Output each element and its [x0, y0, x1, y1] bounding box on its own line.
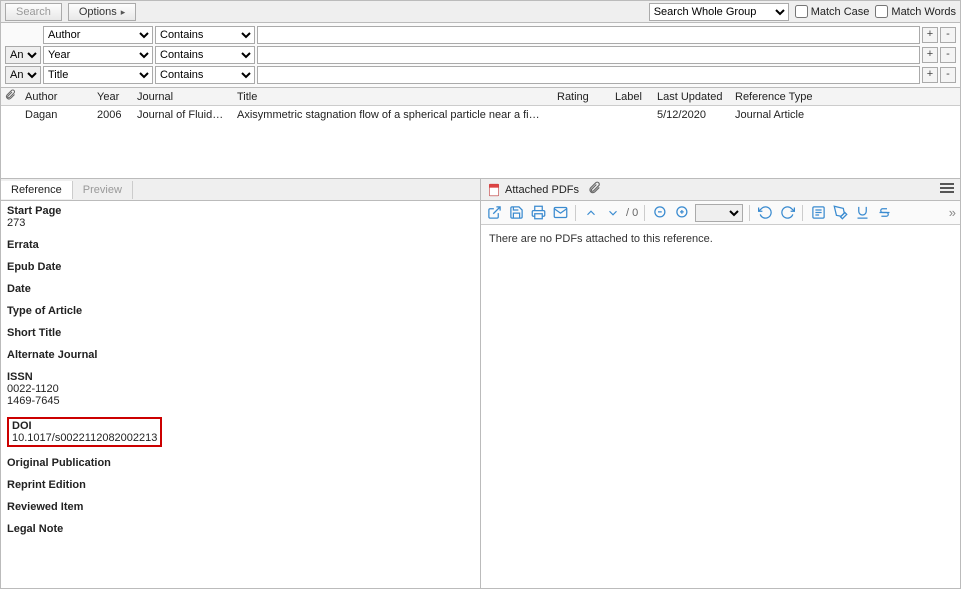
search-row: Author Contains + - [1, 25, 960, 45]
field-label: Short Title [7, 327, 474, 339]
col-header-author[interactable]: Author [19, 91, 91, 103]
strikethrough-icon[interactable] [875, 204, 893, 222]
col-header-updated[interactable]: Last Updated [651, 91, 729, 103]
bool-op-select[interactable]: And [5, 66, 41, 84]
reference-field[interactable]: Original Publication [7, 457, 474, 469]
search-button[interactable]: Search [5, 3, 62, 21]
results-header: Author Year Journal Title Rating Label L… [1, 88, 960, 106]
chevron-right-icon[interactable]: » [949, 205, 956, 220]
col-header-title[interactable]: Title [231, 91, 551, 103]
field-value: 273 [7, 217, 474, 229]
remove-row-button[interactable]: - [940, 27, 956, 43]
reference-pane: Reference Preview Start Page273 Errata Epu… [1, 179, 481, 588]
condition-select[interactable]: Contains [155, 66, 255, 84]
reference-field[interactable]: Type of Article [7, 305, 474, 317]
field-label: Start Page [7, 205, 474, 217]
email-icon[interactable] [551, 204, 569, 222]
add-row-button[interactable]: + [922, 67, 938, 83]
pane-menu-icon[interactable] [940, 183, 954, 196]
field-label: Type of Article [7, 305, 474, 317]
left-tabbar: Reference Preview [1, 179, 480, 201]
table-row[interactable]: Dagan 2006 Journal of Fluid Mechan... Ax… [1, 106, 960, 124]
field-value: 10.1017/s0022112082002213 [12, 432, 157, 444]
zoom-out-icon[interactable] [651, 204, 669, 222]
pdf-pane: Attached PDFs / 0 [481, 179, 960, 588]
reference-field[interactable]: Start Page273 [7, 205, 474, 229]
rotate-left-icon[interactable] [756, 204, 774, 222]
reference-field[interactable]: Short Title [7, 327, 474, 339]
field-label: Alternate Journal [7, 349, 474, 361]
options-button[interactable]: Options [68, 3, 136, 21]
open-external-icon[interactable] [485, 204, 503, 222]
reference-field[interactable]: Date [7, 283, 474, 295]
reference-field[interactable]: Legal Note [7, 523, 474, 535]
save-icon[interactable] [507, 204, 525, 222]
print-icon[interactable] [529, 204, 547, 222]
remove-row-button[interactable]: - [940, 67, 956, 83]
reference-fields-scroll[interactable]: Start Page273 Errata Epub Date Date Type of … [1, 201, 480, 588]
pdf-body-text: There are no PDFs attached to this refer… [481, 225, 960, 253]
value-input[interactable] [257, 26, 920, 44]
remove-row-button[interactable]: - [940, 47, 956, 63]
pdf-pane-title: Attached PDFs [505, 184, 579, 196]
zoom-in-icon[interactable] [673, 204, 691, 222]
reference-field[interactable]: DOI10.1017/s0022112082002213 [7, 417, 474, 447]
underline-icon[interactable] [853, 204, 871, 222]
prev-page-icon[interactable] [582, 204, 600, 222]
col-header-label[interactable]: Label [609, 91, 651, 103]
next-page-icon[interactable] [604, 204, 622, 222]
field-select[interactable]: Title [43, 66, 153, 84]
value-input[interactable] [257, 66, 920, 84]
zoom-select[interactable] [695, 204, 743, 222]
search-rows: Author Contains + - And Year Contains + … [1, 23, 960, 88]
pdf-icon [487, 183, 501, 197]
add-row-button[interactable]: + [922, 47, 938, 63]
pdf-pane-header: Attached PDFs [481, 179, 960, 201]
scope-select[interactable]: Search Whole Group [649, 3, 789, 21]
value-input[interactable] [257, 46, 920, 64]
field-label: Reviewed Item [7, 501, 474, 513]
top-toolbar: Search Options Search Whole Group Match … [1, 1, 960, 23]
match-words-checkbox[interactable]: Match Words [875, 5, 956, 18]
paperclip-icon[interactable] [587, 181, 601, 198]
pdf-toolbar: / 0 » [481, 201, 960, 225]
condition-select[interactable]: Contains [155, 46, 255, 64]
field-label: Date [7, 283, 474, 295]
field-label: Errata [7, 239, 474, 251]
field-label: Reprint Edition [7, 479, 474, 491]
paperclip-icon [1, 89, 19, 104]
reference-field[interactable]: Errata [7, 239, 474, 251]
col-header-year[interactable]: Year [91, 91, 131, 103]
field-select[interactable]: Year [43, 46, 153, 64]
search-row: And Title Contains + - [1, 65, 960, 85]
field-label: Epub Date [7, 261, 474, 273]
field-select[interactable]: Author [43, 26, 153, 44]
tab-reference[interactable]: Reference [1, 181, 73, 199]
col-header-journal[interactable]: Journal [131, 91, 231, 103]
field-label: Original Publication [7, 457, 474, 469]
field-value: 0022-1120 [7, 383, 474, 395]
search-row: And Year Contains + - [1, 45, 960, 65]
condition-select[interactable]: Contains [155, 26, 255, 44]
col-header-rating[interactable]: Rating [551, 91, 609, 103]
reference-field[interactable]: Reviewed Item [7, 501, 474, 513]
add-row-button[interactable]: + [922, 27, 938, 43]
rotate-right-icon[interactable] [778, 204, 796, 222]
note-icon[interactable] [809, 204, 827, 222]
field-value: 1469-7645 [7, 395, 474, 407]
bool-op-select[interactable]: And [5, 46, 41, 64]
page-indicator: / 0 [626, 207, 638, 219]
reference-field[interactable]: Reprint Edition [7, 479, 474, 491]
reference-field[interactable]: Alternate Journal [7, 349, 474, 361]
field-label: ISSN [7, 371, 474, 383]
field-label: Legal Note [7, 523, 474, 535]
reference-field[interactable]: ISSN0022-11201469-7645 [7, 371, 474, 407]
highlight-icon[interactable] [831, 204, 849, 222]
reference-field[interactable]: Epub Date [7, 261, 474, 273]
results-list: Author Year Journal Title Rating Label L… [1, 88, 960, 179]
field-label: DOI [12, 420, 157, 432]
col-header-reftype[interactable]: Reference Type [729, 91, 829, 103]
tab-preview[interactable]: Preview [73, 181, 133, 199]
match-case-checkbox[interactable]: Match Case [795, 5, 870, 18]
